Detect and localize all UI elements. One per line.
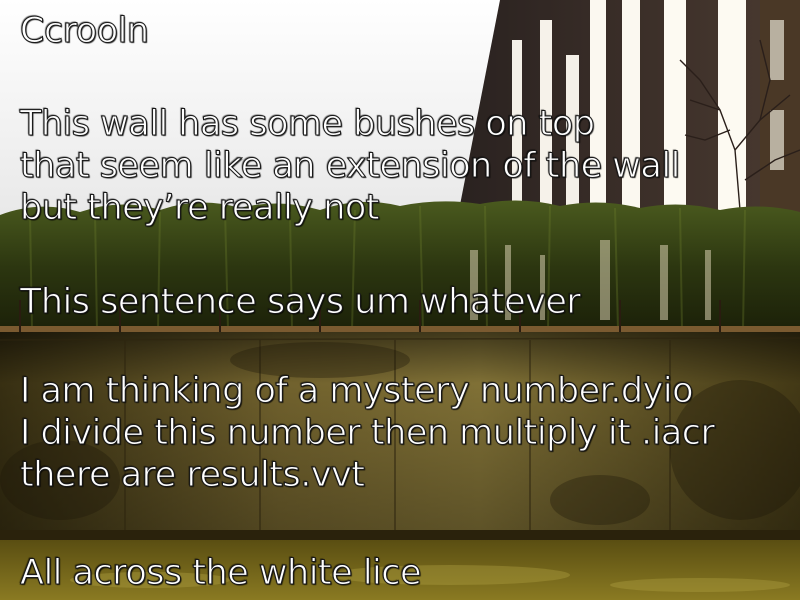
caption-bushes: This wall has some bushes on top that se… <box>20 103 681 229</box>
slide: Ccrooln This wall has some bushes on top… <box>0 0 800 600</box>
slide-title: Ccrooln <box>20 11 150 52</box>
caption-line: but they’re really not <box>20 188 381 229</box>
caption-line: This wall has some bushes on top <box>20 104 596 145</box>
caption-line: All across the white lice <box>19 553 422 594</box>
caption-sentence: This sentence says um whatever <box>19 281 581 323</box>
caption-white-lice: All across the white lice <box>19 552 422 594</box>
caption-line: I divide this number then multiply it .i… <box>19 413 715 454</box>
caption-line: I am thinking of a mystery number.dyio <box>19 371 694 412</box>
caption-mystery-number: I am thinking of a mystery number.dyio I… <box>19 370 715 496</box>
caption-line: that seem like an extension of the wall <box>20 146 681 187</box>
caption-line: there are results.vvt <box>19 455 365 496</box>
caption-line: This sentence says um whatever <box>19 282 581 323</box>
